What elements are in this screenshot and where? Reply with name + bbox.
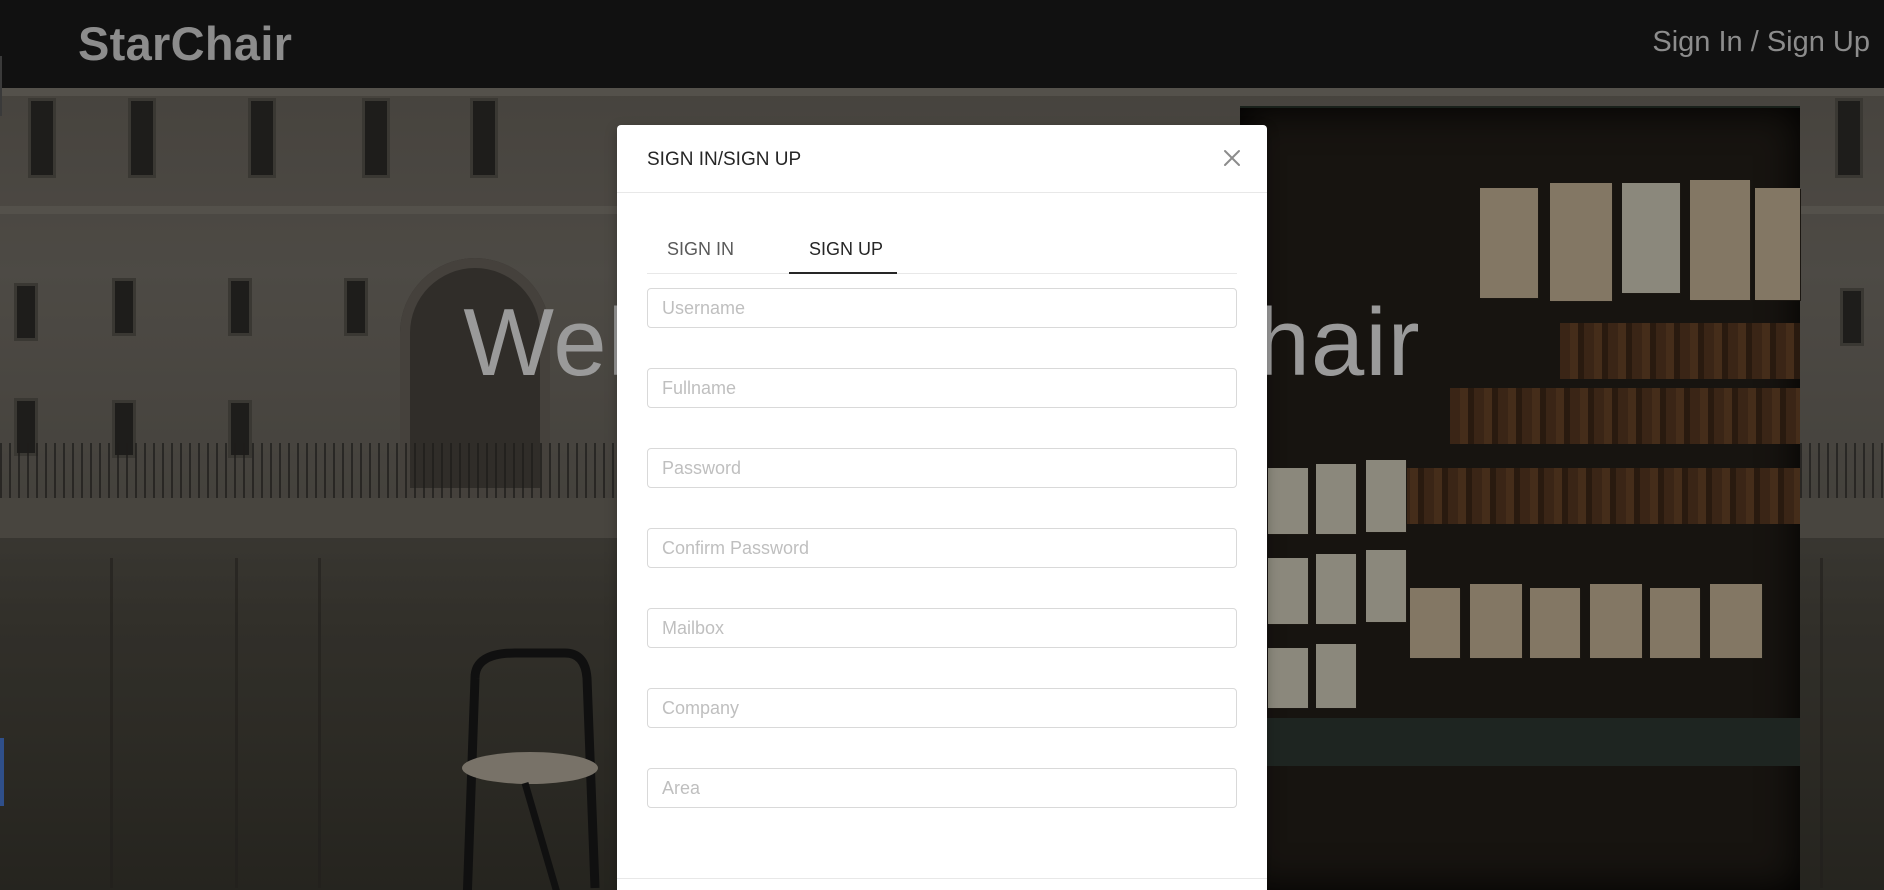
sign-in-sign-up-link[interactable]: Sign In / Sign Up bbox=[1652, 26, 1870, 59]
mailbox-input[interactable] bbox=[647, 608, 1237, 648]
brand-logo[interactable]: StarChair bbox=[78, 16, 292, 71]
page: StarChair Sign In / Sign Up SIGN IN/SIGN… bbox=[0, 0, 1884, 890]
fullname-input[interactable] bbox=[647, 368, 1237, 408]
modal-title: SIGN IN/SIGN UP bbox=[647, 149, 802, 170]
confirm-password-input[interactable] bbox=[647, 528, 1237, 568]
auth-tabs: SIGN IN SIGN UP bbox=[647, 231, 1237, 274]
sign-in-sign-up-modal: SIGN IN/SIGN UP SIGN IN SIGN UP bbox=[617, 125, 1267, 890]
tab-sign-up[interactable]: SIGN UP bbox=[809, 239, 883, 260]
close-button[interactable] bbox=[1221, 147, 1243, 169]
password-input[interactable] bbox=[647, 448, 1237, 488]
username-input[interactable] bbox=[647, 288, 1237, 328]
side-edge-tab bbox=[0, 56, 2, 116]
top-navbar: StarChair Sign In / Sign Up bbox=[0, 0, 1884, 88]
company-input[interactable] bbox=[647, 688, 1237, 728]
close-icon[interactable] bbox=[1221, 147, 1243, 169]
modal-header: SIGN IN/SIGN UP bbox=[617, 125, 1267, 193]
side-edge-tab[interactable] bbox=[0, 738, 4, 806]
area-input[interactable] bbox=[647, 768, 1237, 808]
tab-sign-in[interactable]: SIGN IN bbox=[667, 239, 734, 260]
active-tab-indicator bbox=[789, 272, 897, 274]
modal-footer-divider bbox=[617, 878, 1267, 879]
